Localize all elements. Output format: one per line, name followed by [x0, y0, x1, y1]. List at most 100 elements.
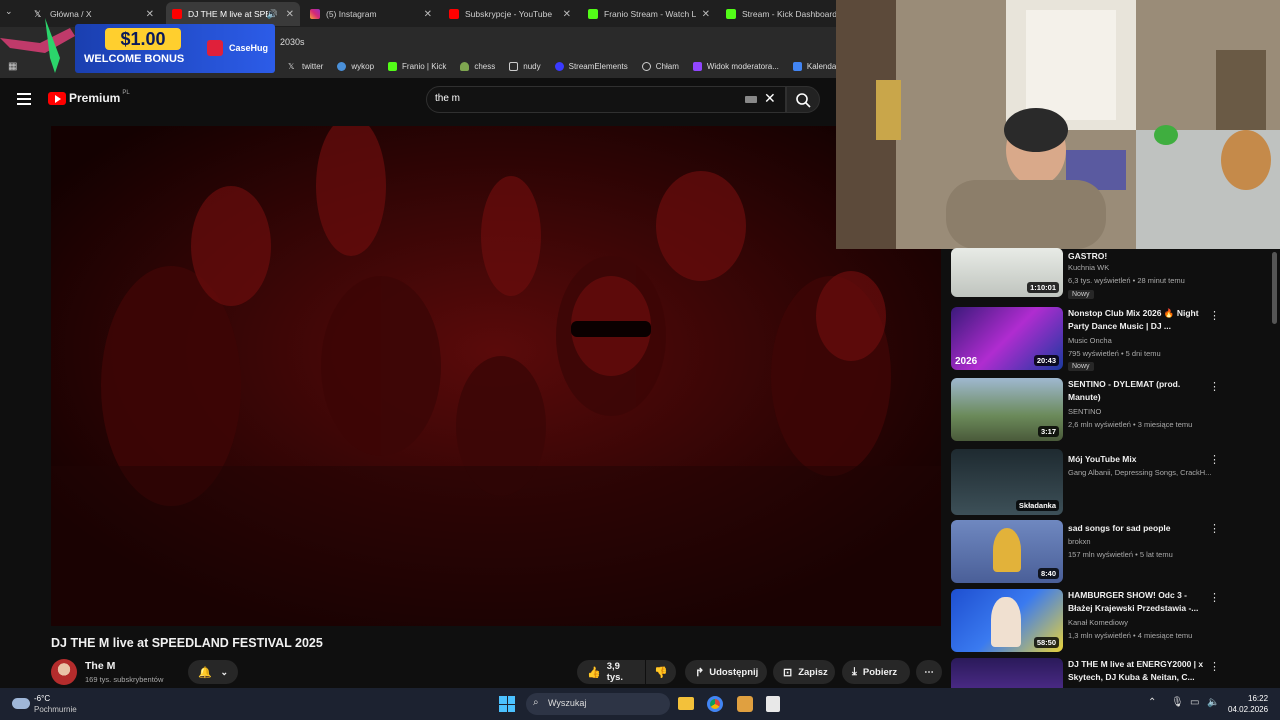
bookmark-chess[interactable]: chess [460, 62, 495, 71]
duration-badge: 20:43 [1033, 355, 1059, 366]
duration-badge: Składanka [1015, 500, 1059, 511]
recommendation-meta: 157 mln wyświetleń • 5 lat temu [1068, 550, 1173, 559]
twitch-icon [692, 62, 702, 71]
x-icon: 𝕏 [288, 62, 295, 71]
close-icon[interactable]: ✕ [702, 9, 710, 20]
more-actions-button[interactable]: ⋯ [916, 660, 942, 684]
recommendation-item[interactable]: DJ THE M live at ENERGY2000 | x Skytech,… [951, 658, 1271, 688]
keyboard-icon[interactable] [745, 96, 757, 103]
app-icon-notepad[interactable] [766, 696, 780, 712]
more-vertical-icon[interactable]: ⋮ [1209, 591, 1220, 604]
file-explorer-icon[interactable] [678, 697, 694, 710]
address-url-fragment: 2030s [280, 37, 305, 47]
share-button[interactable]: ↱ Udostępnij [685, 660, 767, 684]
video-player[interactable] [51, 126, 941, 626]
download-button[interactable]: ⤓ Pobierz [842, 660, 910, 684]
dislike-button[interactable]: 👎 [646, 660, 676, 684]
browser-tab-instagram[interactable]: (5) Instagram ✕ [304, 2, 438, 26]
recommendation-title: DJ THE M live at ENERGY2000 | x Skytech,… [1068, 659, 1204, 682]
casehug-logo-icon [207, 40, 223, 56]
taskbar-search-input[interactable]: ⌕ Wyszukaj [526, 693, 670, 715]
windows-taskbar: -6°C Pochmurnie ⌕ Wyszukaj ⌃ 🎙 ▭ 🔈 16:22… [0, 688, 1280, 720]
channel-avatar[interactable] [51, 659, 77, 685]
browser-tab-kick-stream[interactable]: Franio Stream - Watch Live ✕ [582, 2, 716, 26]
bookmark-franio-kick[interactable]: Franio | Kick [388, 62, 446, 71]
recommendation-item[interactable]: 2026 20:43 Nonstop Club Mix 2026 🔥 Night… [951, 307, 1271, 375]
recommendation-title: Mój YouTube Mix [1068, 454, 1137, 464]
youtube-logo[interactable]: Premium PL [48, 90, 130, 105]
more-vertical-icon[interactable]: ⋮ [1209, 380, 1220, 393]
clock-date[interactable]: 04.02.2026 [1228, 705, 1268, 714]
recommendation-item[interactable]: 58:50 HAMBURGER SHOW! Odc 3 - Błażej Kra… [951, 589, 1271, 653]
windows-start-icon[interactable] [499, 696, 515, 712]
volume-icon[interactable]: 🔈 [1207, 697, 1219, 708]
recommendation-item[interactable]: 3:17 SENTINO - DYLEMAT (prod. Manute) ⋮ … [951, 378, 1271, 442]
webcam-overlay [836, 0, 1280, 249]
recommendation-item[interactable]: 1:10:01 GASTRO! Kuchnia WK 6,3 tys. wyśw… [951, 248, 1271, 310]
microphone-icon[interactable]: 🎙 [1171, 697, 1184, 708]
close-icon[interactable]: ✕ [424, 9, 432, 20]
hamburger-menu-icon[interactable] [17, 93, 31, 105]
recommendation-title: SENTINO - DYLEMAT (prod. Manute) [1068, 379, 1181, 402]
duration-badge: 1:10:01 [1027, 282, 1059, 293]
search-button[interactable] [786, 86, 820, 113]
recommendation-meta: 6,3 tys. wyświetleń • 28 minut temu [1068, 276, 1185, 285]
recommendation-channel: Gang Albanii, Depressing Songs, CrackH..… [1068, 468, 1212, 477]
youtube-icon [449, 9, 459, 19]
chrome-icon[interactable] [707, 696, 723, 712]
recommendation-item[interactable]: Składanka Mój YouTube Mix ⋮ Gang Albanii… [951, 449, 1271, 515]
instagram-icon [310, 9, 320, 19]
download-icon: ⤓ [852, 665, 857, 678]
video-thumbnail[interactable]: 8:40 [951, 520, 1063, 583]
pawn-icon [460, 62, 470, 71]
sidebar-scrollbar[interactable] [1272, 252, 1277, 324]
kick-icon [726, 9, 736, 19]
bookmark-chlam[interactable]: Chłam [641, 62, 679, 71]
thumbnail-person [991, 597, 1021, 647]
app-icon[interactable] [737, 696, 753, 712]
bookmark-twitter[interactable]: 𝕏twitter [288, 62, 323, 71]
video-thumbnail[interactable]: 3:17 [951, 378, 1063, 441]
bookmark-folder-nudy[interactable]: nudy [509, 62, 541, 71]
like-button[interactable]: 👍 3,9 tys. [577, 660, 645, 684]
recommendation-channel: SENTINO [1068, 407, 1102, 416]
new-badge: Nowy [1068, 362, 1094, 371]
video-thumbnail[interactable]: Składanka [951, 449, 1063, 515]
chevron-up-icon[interactable]: ⌃ [1148, 697, 1156, 708]
channel-name[interactable]: The M [85, 660, 115, 672]
promo-subtitle: WELCOME BONUS [84, 53, 185, 65]
close-icon[interactable]: ✕ [563, 9, 571, 20]
recommendation-title: GASTRO! [1068, 251, 1108, 261]
close-icon[interactable]: ✕ [286, 9, 294, 20]
save-button[interactable]: ⊡ Zapisz [773, 660, 835, 684]
recommendation-channel: brokxn [1068, 537, 1091, 546]
video-thumbnail[interactable]: 58:50 [951, 589, 1063, 652]
video-thumbnail[interactable]: 1:10:01 [951, 248, 1063, 297]
bookmark-wykop[interactable]: wykop [337, 62, 374, 71]
more-vertical-icon[interactable]: ⋮ [1209, 660, 1220, 673]
recommendation-meta: 795 wyświetleń • 5 dni temu [1068, 349, 1161, 358]
browser-tab-kick-dashboard[interactable]: Stream - Kick Dashboard [720, 2, 836, 26]
clock-time[interactable]: 16:22 [1248, 694, 1268, 703]
cloud-icon [12, 698, 30, 709]
video-thumbnail[interactable] [951, 658, 1063, 688]
more-vertical-icon[interactable]: ⋮ [1209, 453, 1220, 466]
weather-widget[interactable]: -6°C Pochmurnie [10, 693, 90, 715]
bookmark-moderator-view[interactable]: Widok moderatora... [692, 62, 779, 71]
search-input[interactable]: the m [426, 86, 786, 113]
logo-region: PL [122, 90, 130, 96]
kick-icon [388, 62, 398, 71]
display-icon[interactable]: ▭ [1190, 697, 1199, 708]
recommendation-item[interactable]: 8:40 sad songs for sad people ⋮ brokxn 1… [951, 520, 1271, 583]
chevron-down-icon: ⌄ [220, 666, 228, 677]
browser-tab-subscriptions[interactable]: Subskrypcje - YouTube ✕ [443, 2, 577, 26]
globe-icon [641, 62, 651, 71]
more-vertical-icon[interactable]: ⋮ [1209, 309, 1220, 322]
bookmark-icon: ⊡ [783, 666, 793, 679]
more-vertical-icon[interactable]: ⋮ [1209, 522, 1220, 535]
more-horizontal-icon: ⋯ [924, 666, 934, 678]
subscribe-notifications-button[interactable]: 🔔 ⌄ [188, 660, 238, 684]
clear-search-icon[interactable]: ✕ [764, 90, 776, 107]
video-thumbnail[interactable]: 2026 20:43 [951, 307, 1063, 370]
bookmark-streamelements[interactable]: StreamElements [554, 62, 628, 71]
